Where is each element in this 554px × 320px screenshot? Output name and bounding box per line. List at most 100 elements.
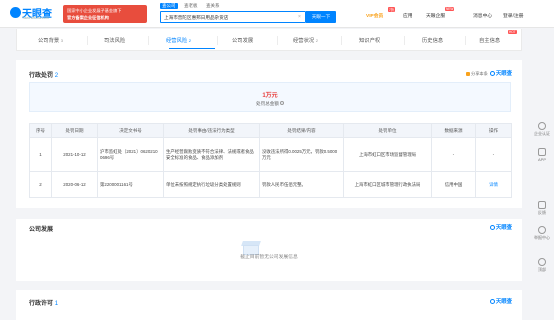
tab-operating-status[interactable]: 经营状况 2 xyxy=(293,36,318,44)
cell-reason: 生产经营腐败变质不符合法律、法规或者食品安全标准的食品、食品添加剂 xyxy=(163,137,260,172)
tab-label: 知识产权 xyxy=(359,38,381,44)
tab-label: 司法风险 xyxy=(104,38,126,44)
cell-doc: 沪市监虹处〔2021〕0620210 0696号 xyxy=(97,137,164,172)
rail-enterprise-cert[interactable]: 企业认证 xyxy=(530,122,554,137)
table-row: 1 2021-10-12 沪市监虹处〔2021〕0620210 0696号 生产… xyxy=(29,137,512,172)
title-text: 行政处罚 xyxy=(29,73,54,79)
nav-apps[interactable]: 应用 xyxy=(403,12,413,19)
share-icon xyxy=(466,72,470,76)
brand-text: 天眼查 xyxy=(495,225,512,231)
col-header: 处罚日期 xyxy=(51,123,98,138)
cell-source: - xyxy=(431,137,476,172)
col-header: 序号 xyxy=(29,123,52,138)
search-tab-company[interactable]: 查公司 xyxy=(160,3,178,9)
col-header: 决定文书号 xyxy=(97,123,164,138)
enterprise-new-badge: NEW xyxy=(445,7,455,11)
tab-count: 2 xyxy=(188,38,191,43)
rail-report[interactable]: 举报中心 xyxy=(530,226,554,241)
rail-feedback[interactable]: 反馈 xyxy=(530,201,554,216)
brand-eye-icon xyxy=(489,71,495,76)
clear-icon[interactable]: × xyxy=(298,14,301,21)
rail-app[interactable]: APP xyxy=(530,148,554,162)
table-row: 2 2020-06-12 第2200001161号 单位未按照规定执行垃圾分类处… xyxy=(29,171,512,198)
cell-source: 信用中国 xyxy=(431,171,476,198)
table-header-row: 序号 处罚日期 决定文书号 处罚事由/违法行为类型 处罚结果/内容 处罚单位 数… xyxy=(29,123,512,138)
cell-date: 2020-06-12 xyxy=(51,171,98,198)
rail-label: APP xyxy=(537,157,546,162)
tab-label: 经营状况 xyxy=(293,38,315,44)
total-amount-label: 处罚总金额 xyxy=(30,101,510,107)
rail-label: 顶部 xyxy=(538,267,546,272)
tab-label: 公司发展 xyxy=(232,38,254,44)
cell-unit: 上海市虹口区城市管理行政执法局 xyxy=(343,171,432,198)
tab-intellectual-property[interactable]: 知识产权 xyxy=(359,36,380,44)
administrative-penalty-section: 行政处罚 2 分享本条 天眼查 1万元 处罚总金额 序号 处罚日期 决定文书号 … xyxy=(16,60,522,208)
search-button[interactable]: 天眼一下 xyxy=(306,11,336,23)
empty-message: 截止目前暂无公司发展信息 xyxy=(240,255,298,260)
search-tab-boss[interactable]: 查老板 xyxy=(182,3,200,9)
tab-company-development[interactable]: 公司发展 xyxy=(232,36,253,44)
active-tab-underline xyxy=(169,48,215,49)
hot-badge: HOT xyxy=(508,30,517,34)
label-text: 处罚总金额 xyxy=(256,101,279,106)
cell-result: 没收违法所得0.0025万元，罚款0.5000万元 xyxy=(259,137,344,172)
tab-operating-risk[interactable]: 经营风险 2 xyxy=(166,36,191,44)
tab-count: 2 xyxy=(315,38,318,43)
promo-banner[interactable]: 国家中小企业发展子基金旗下 官方备案企业征信机构 xyxy=(63,5,147,23)
tab-company-background[interactable]: 公司背景 3 xyxy=(38,36,63,44)
divider xyxy=(87,36,88,45)
cell-no: 2 xyxy=(29,171,52,198)
logo-subtext: TianYanCha.com xyxy=(22,16,49,20)
detail-link[interactable]: 详情 xyxy=(475,171,512,198)
help-icon[interactable] xyxy=(279,101,284,105)
site-logo[interactable]: 天眼查 TianYanCha.com xyxy=(10,5,56,23)
section-title: 行政许可 1 xyxy=(29,298,58,307)
share-link[interactable]: 分享本条 xyxy=(466,71,488,77)
penalty-summary: 1万元 处罚总金额 xyxy=(29,82,511,112)
vip-link[interactable]: VIP会员 xyxy=(366,12,383,19)
arrow-up-icon xyxy=(538,258,546,266)
total-amount: 1万元 xyxy=(262,93,278,99)
col-header: 处罚事由/违法行为类型 xyxy=(163,123,260,138)
tab-self-info[interactable]: 自主信息 xyxy=(479,36,500,44)
company-development-section: 公司发展 天眼查 截止目前暂无公司发展信息 xyxy=(16,219,522,281)
cell-unit: 上海市虹口区市场监督管理局 xyxy=(343,137,432,172)
feedback-icon xyxy=(538,201,546,209)
brand-text: 天眼查 xyxy=(495,299,512,305)
section-nav: 公司背景 3 司法风险 经营风险 2 公司发展 经营状况 2 知识产权 历史信息… xyxy=(16,29,522,51)
divider xyxy=(341,36,342,45)
top-bar: 天眼查 TianYanCha.com 国家中小企业发展子基金旗下 官方备案企业征… xyxy=(0,0,554,28)
divider xyxy=(148,36,149,45)
nav-enterprise-service[interactable]: 天眼企服 xyxy=(426,12,445,19)
tab-history[interactable]: 历史信息 xyxy=(422,36,443,44)
cell-action: - xyxy=(475,137,512,172)
tab-label: 历史信息 xyxy=(422,38,444,44)
tab-legal-risk[interactable]: 司法风险 xyxy=(104,36,125,44)
rail-back-to-top[interactable]: 顶部 xyxy=(530,258,554,273)
vip-discount-badge: 7折 xyxy=(388,7,395,12)
cell-result: 罚款人民币伍佰元整。 xyxy=(259,171,344,198)
cell-doc: 第2200001161号 xyxy=(97,171,164,198)
cell-reason: 单位未按照规定执行垃圾分类处置规则 xyxy=(163,171,260,198)
title-count: 2 xyxy=(54,73,59,79)
cell-no: 1 xyxy=(29,137,52,172)
search-input[interactable] xyxy=(164,14,286,21)
nav-messages[interactable]: 消息中心 xyxy=(473,12,492,19)
tab-label: 自主信息 xyxy=(479,38,501,44)
administrative-license-section: 行政许可 1 天眼查 xyxy=(16,290,522,320)
section-title: 行政处罚 2 xyxy=(29,70,58,79)
divider xyxy=(465,36,466,45)
brand-eye-icon xyxy=(489,225,495,230)
search-tab-relation[interactable]: 查关系 xyxy=(204,3,222,9)
divider xyxy=(404,36,405,45)
cell-date: 2021-10-12 xyxy=(51,137,98,172)
banner-line2: 官方备案企业征信机构 xyxy=(67,15,109,20)
brand-watermark: 天眼查 xyxy=(489,69,512,77)
brand-watermark: 天眼查 xyxy=(489,223,512,231)
col-header: 操作 xyxy=(475,123,512,138)
divider xyxy=(217,36,218,45)
search-box: × xyxy=(160,11,306,23)
col-header: 处罚结果/内容 xyxy=(259,123,344,138)
nav-login[interactable]: 登录/注册 xyxy=(503,12,524,19)
tab-count: 3 xyxy=(60,38,63,43)
